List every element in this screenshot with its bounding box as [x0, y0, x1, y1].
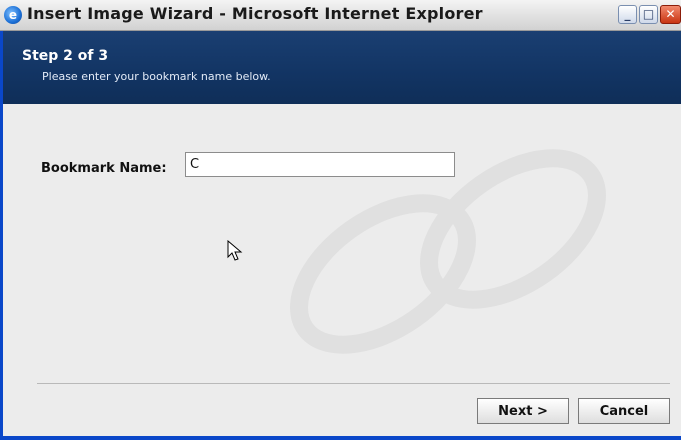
link-watermark-icon: [290, 149, 606, 354]
window-title: Insert Image Wizard - Microsoft Internet…: [27, 4, 483, 23]
ie-icon: e: [4, 6, 22, 24]
next-button[interactable]: Next >: [477, 398, 569, 424]
title-bar[interactable]: e Insert Image Wizard - Microsoft Intern…: [0, 0, 681, 31]
step-title: Step 2 of 3: [22, 48, 109, 64]
footer-divider: [37, 383, 670, 384]
step-instruction: Please enter your bookmark name below.: [42, 70, 271, 83]
minimize-button[interactable]: _: [618, 5, 637, 24]
bookmark-name-label: Bookmark Name:: [41, 161, 167, 176]
wizard-content: Bookmark Name: Next > Cancel: [3, 104, 681, 436]
wizard-header: Step 2 of 3 Please enter your bookmark n…: [3, 31, 681, 104]
bookmark-name-input[interactable]: [185, 152, 455, 177]
maximize-button[interactable]: □: [639, 5, 658, 24]
cancel-button[interactable]: Cancel: [578, 398, 670, 424]
mouse-pointer-icon: [227, 240, 243, 261]
close-button[interactable]: ✕: [660, 5, 681, 24]
wizard-window: e Insert Image Wizard - Microsoft Intern…: [0, 0, 681, 440]
